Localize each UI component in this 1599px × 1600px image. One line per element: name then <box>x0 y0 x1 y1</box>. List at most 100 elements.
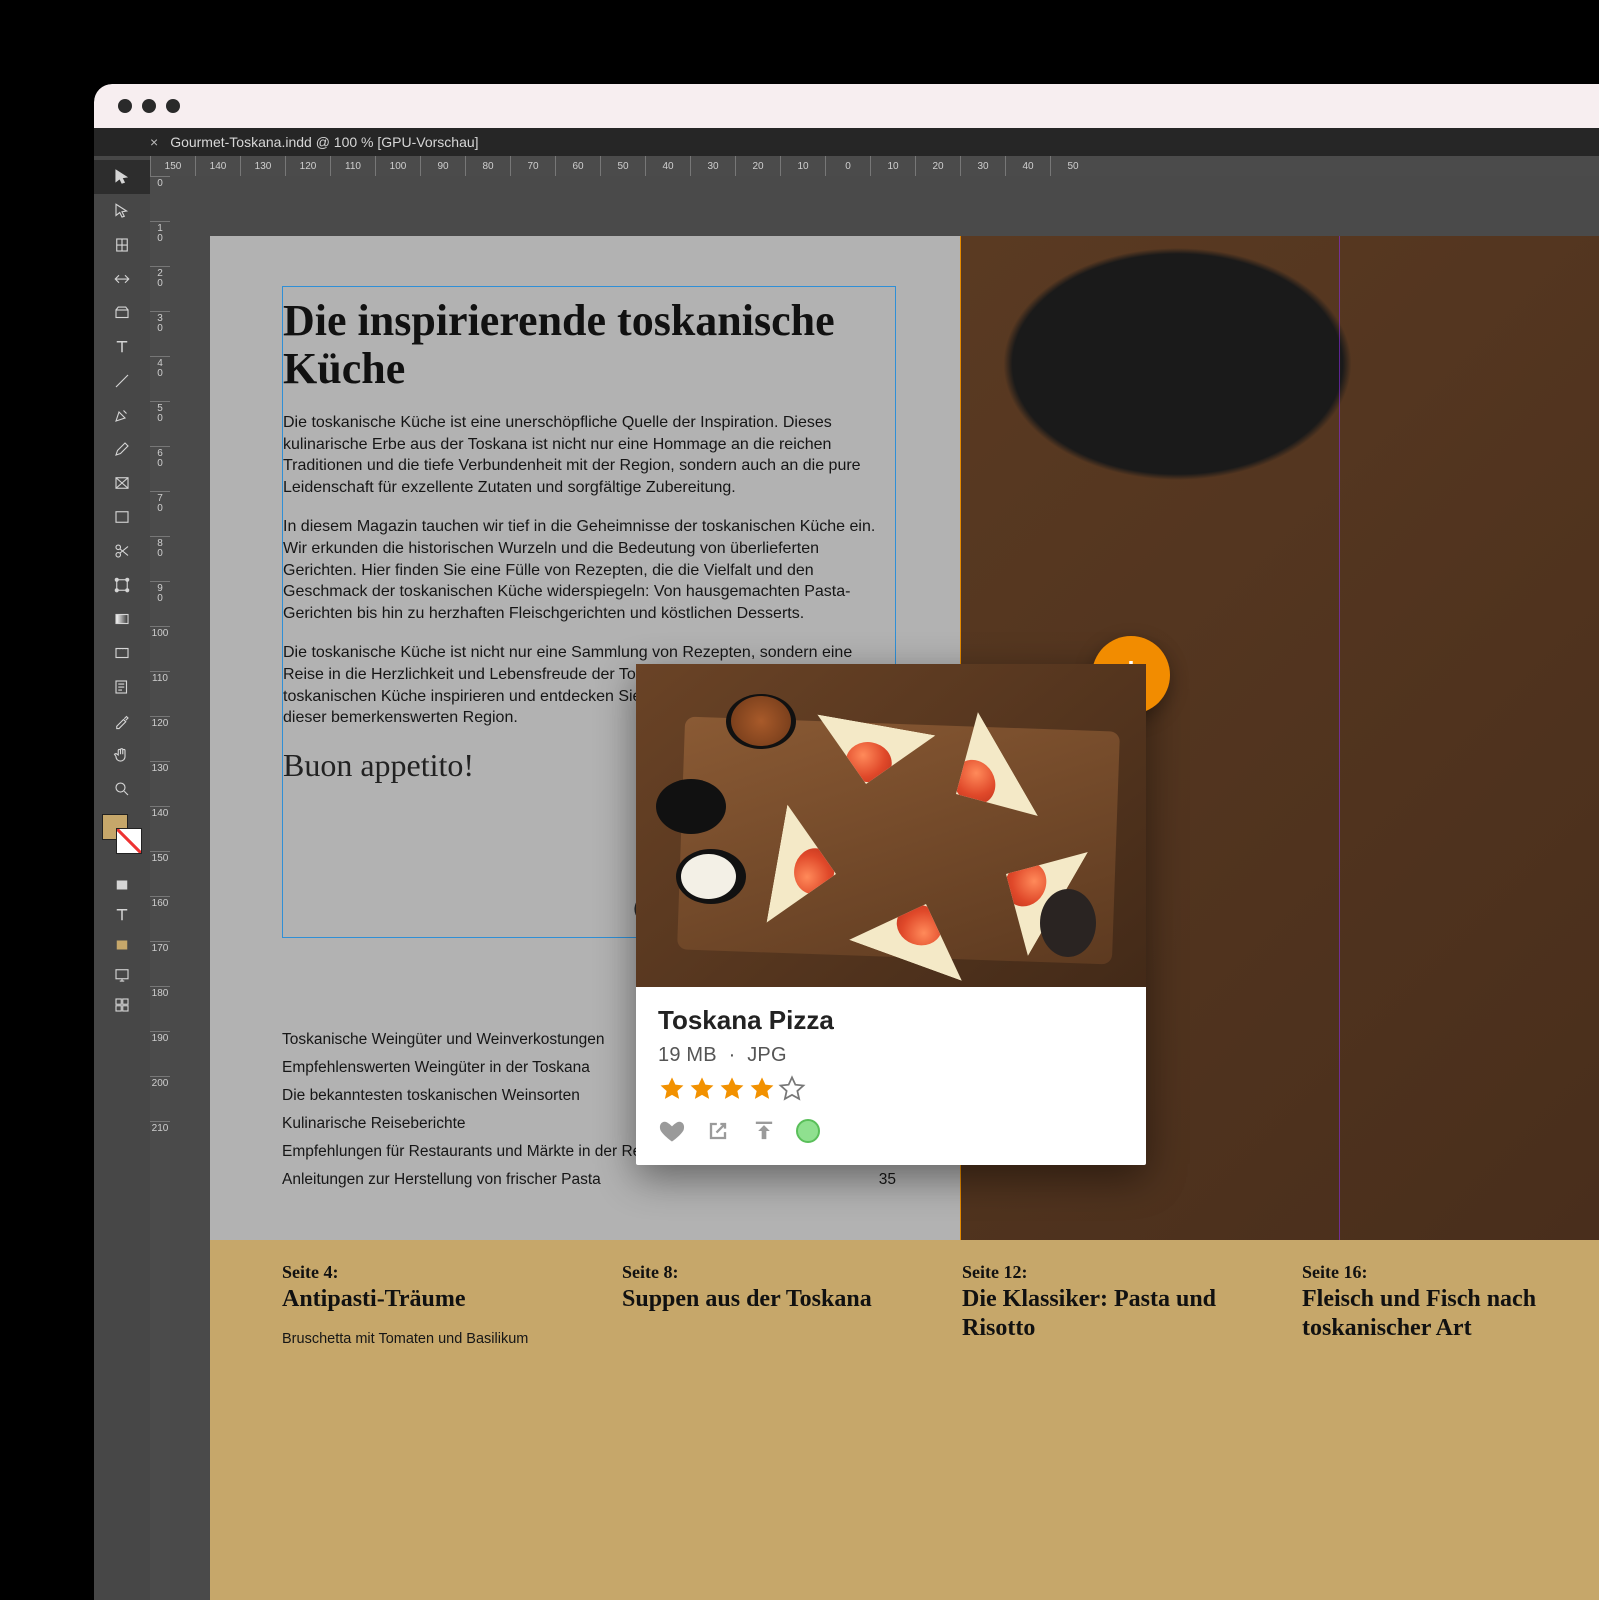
indesign-app: × Gourmet-Toskana.indd @ 100 % [GPU-Vors… <box>94 128 1599 1600</box>
section-title: Suppen aus der Toskana <box>622 1285 932 1314</box>
scissors-tool[interactable] <box>94 534 150 568</box>
section-column: Seite 4:Antipasti-TräumeBruschetta mit T… <box>282 1262 592 1600</box>
note-tool[interactable] <box>94 670 150 704</box>
ruler-tick: 60 <box>555 156 600 176</box>
document-tab[interactable]: Gourmet-Toskana.indd @ 100 % [GPU-Vorsch… <box>170 134 478 150</box>
asset-actions <box>658 1117 1124 1145</box>
tool-palette <box>94 156 150 1600</box>
ruler-tick: 170 <box>150 941 170 986</box>
line-tool[interactable] <box>94 364 150 398</box>
eyedropper-tool[interactable] <box>94 704 150 738</box>
app-window: × Gourmet-Toskana.indd @ 100 % [GPU-Vors… <box>94 84 1599 1600</box>
star-empty-icon[interactable] <box>778 1075 806 1103</box>
ruler-tick: 150 <box>150 851 170 896</box>
ruler-tick: 160 <box>150 896 170 941</box>
ruler-tick: 20 <box>915 156 960 176</box>
screen-mode-tool[interactable] <box>94 960 150 990</box>
free-transform-tool[interactable] <box>94 568 150 602</box>
star-filled-icon[interactable] <box>748 1075 776 1103</box>
asset-thumbnail[interactable] <box>636 664 1146 987</box>
upload-icon[interactable] <box>750 1117 778 1145</box>
section-strip: Seite 4:Antipasti-TräumeBruschetta mit T… <box>210 1240 1599 1600</box>
type-tool[interactable] <box>94 330 150 364</box>
toc-row: Anleitungen zur Herstellung von frischer… <box>282 1166 896 1194</box>
asset-card[interactable]: Toskana Pizza 19 MB · JPG <box>636 664 1146 1165</box>
article-headline: Die inspirierende toskanische Küche <box>283 297 889 392</box>
format-container-tool[interactable] <box>94 870 150 900</box>
asset-title: Toskana Pizza <box>658 1005 1124 1036</box>
ruler-tick: 140 <box>195 156 240 176</box>
ruler-tick: 50 <box>600 156 645 176</box>
toc-label: Empfehlungen für Restaurants und Märkte … <box>282 1143 671 1161</box>
ruler-tick: 120 <box>285 156 330 176</box>
toc-label: Toskanische Weingüter und Weinverkostung… <box>282 1031 605 1049</box>
apply-color-tool[interactable] <box>94 930 150 960</box>
favorite-icon[interactable] <box>658 1117 686 1145</box>
gradient-swatch-tool[interactable] <box>94 602 150 636</box>
asset-meta: 19 MB · JPG <box>658 1044 1124 1067</box>
section-title: Antipasti-Träume <box>282 1285 592 1314</box>
article-paragraph-1: Die toskanische Küche ist eine unerschöp… <box>283 412 889 498</box>
section-title: Fleisch und Fisch nach toskanischer Art <box>1302 1285 1599 1343</box>
ruler-tick: 50 <box>150 401 170 446</box>
ruler-tick: 90 <box>150 581 170 626</box>
window-minimize-dot[interactable] <box>142 99 156 113</box>
section-column: Seite 16:Fleisch und Fisch nach toskanis… <box>1302 1262 1599 1600</box>
direct-selection-tool[interactable] <box>94 194 150 228</box>
gap-tool[interactable] <box>94 262 150 296</box>
ruler-tick: 190 <box>150 1031 170 1076</box>
ruler-tick: 60 <box>150 446 170 491</box>
ruler-tick: 0 <box>150 176 170 221</box>
horizontal-ruler[interactable]: 1501401301201101009080706050403020100102… <box>150 156 1599 176</box>
star-filled-icon[interactable] <box>688 1075 716 1103</box>
view-options-tool[interactable] <box>94 990 150 1020</box>
gradient-feather-tool[interactable] <box>94 636 150 670</box>
zoom-tool[interactable] <box>94 772 150 806</box>
fill-stroke-swatches[interactable] <box>94 810 150 870</box>
ruler-tick: 110 <box>150 671 170 716</box>
ruler-tick: 40 <box>1005 156 1050 176</box>
rectangle-tool[interactable] <box>94 500 150 534</box>
star-filled-icon[interactable] <box>658 1075 686 1103</box>
toc-label: Kulinarische Reiseberichte <box>282 1115 466 1133</box>
ruler-tick: 100 <box>375 156 420 176</box>
section-page: Seite 12: <box>962 1262 1272 1283</box>
section-column: Seite 12:Die Klassiker: Pasta und Risott… <box>962 1262 1272 1600</box>
star-filled-icon[interactable] <box>718 1075 746 1103</box>
toc-label: Anleitungen zur Herstellung von frischer… <box>282 1171 601 1189</box>
toc-label: Empfehlenswerten Weingüter in der Toskan… <box>282 1059 590 1077</box>
ruler-tick: 50 <box>1050 156 1095 176</box>
ruler-tick: 150 <box>150 156 195 176</box>
section-page: Seite 16: <box>1302 1262 1599 1283</box>
ruler-tick: 30 <box>150 311 170 356</box>
section-page: Seite 8: <box>622 1262 932 1283</box>
ruler-tick: 30 <box>960 156 1005 176</box>
ruler-tick: 100 <box>150 626 170 671</box>
content-collector-tool[interactable] <box>94 296 150 330</box>
status-indicator <box>796 1119 820 1143</box>
hand-tool[interactable] <box>94 738 150 772</box>
ruler-tick: 140 <box>150 806 170 851</box>
ruler-tick: 10 <box>870 156 915 176</box>
rectangle-frame-tool[interactable] <box>94 466 150 500</box>
ruler-tick: 90 <box>420 156 465 176</box>
page-tool[interactable] <box>94 228 150 262</box>
open-external-icon[interactable] <box>704 1117 732 1145</box>
stroke-swatch[interactable] <box>116 828 142 854</box>
selection-tool[interactable] <box>94 160 150 194</box>
asset-rating[interactable] <box>658 1075 1124 1103</box>
window-titlebar <box>94 84 1599 128</box>
window-close-dot[interactable] <box>118 99 132 113</box>
pen-tool[interactable] <box>94 398 150 432</box>
window-zoom-dot[interactable] <box>166 99 180 113</box>
format-text-tool[interactable] <box>94 900 150 930</box>
pencil-tool[interactable] <box>94 432 150 466</box>
ruler-tick: 130 <box>150 761 170 806</box>
vertical-ruler[interactable]: 0102030405060708090100110120130140150160… <box>150 176 170 1600</box>
ruler-tick: 40 <box>150 356 170 401</box>
close-tab-icon[interactable]: × <box>150 134 158 150</box>
ruler-tick: 80 <box>465 156 510 176</box>
article-paragraph-2: In diesem Magazin tauchen wir tief in di… <box>283 516 889 624</box>
ruler-tick: 0 <box>825 156 870 176</box>
ruler-tick: 180 <box>150 986 170 1031</box>
